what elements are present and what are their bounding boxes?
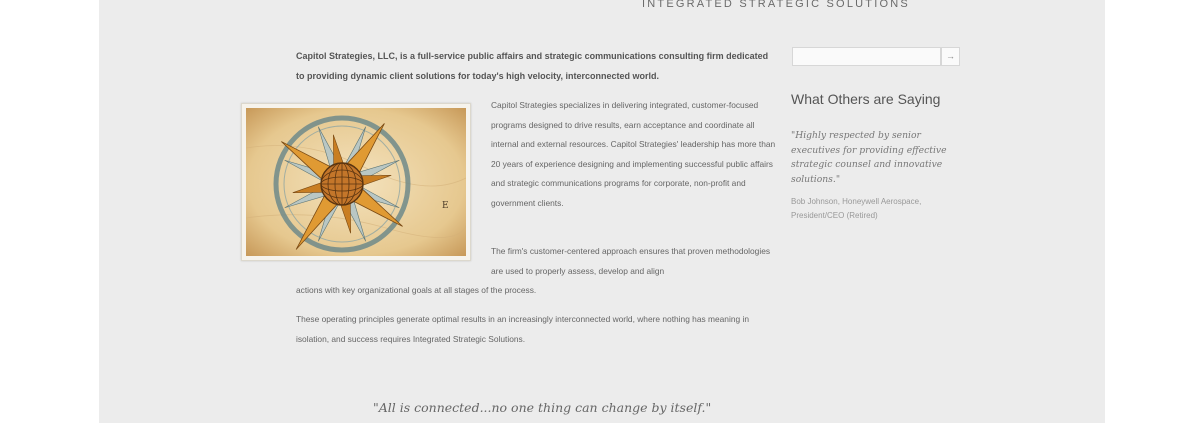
intro-lead-paragraph: Capitol Strategies, LLC, is a full-servi…	[296, 51, 769, 81]
compass-image-frame: E	[241, 103, 471, 261]
testimonial-attribution: Bob Johnson, Honeywell Aerospace, Presid…	[791, 197, 922, 220]
closing-quote: "All is connected...no one thing can cha…	[373, 400, 712, 415]
page-content: Integrated Strategic Solutions Capitol S…	[99, 0, 1105, 423]
approach-paragraph-start: The firm's customer-centered approach en…	[491, 246, 771, 276]
principles-paragraph: These operating principles generate opti…	[296, 314, 749, 344]
search-submit-button[interactable]: →	[941, 47, 960, 66]
site-tagline: Integrated Strategic Solutions	[642, 0, 910, 10]
services-paragraph: Capitol Strategies specializes in delive…	[491, 100, 776, 208]
testimonial-quote: "Highly respected by senior executives f…	[791, 130, 947, 185]
search-input[interactable]	[792, 47, 941, 66]
testimonials-heading: What Others are Saying	[791, 91, 941, 107]
approach-paragraph-end: actions with key organizational goals at…	[296, 285, 537, 295]
compass-rose-icon: E	[246, 108, 466, 256]
svg-text:E: E	[442, 201, 449, 211]
